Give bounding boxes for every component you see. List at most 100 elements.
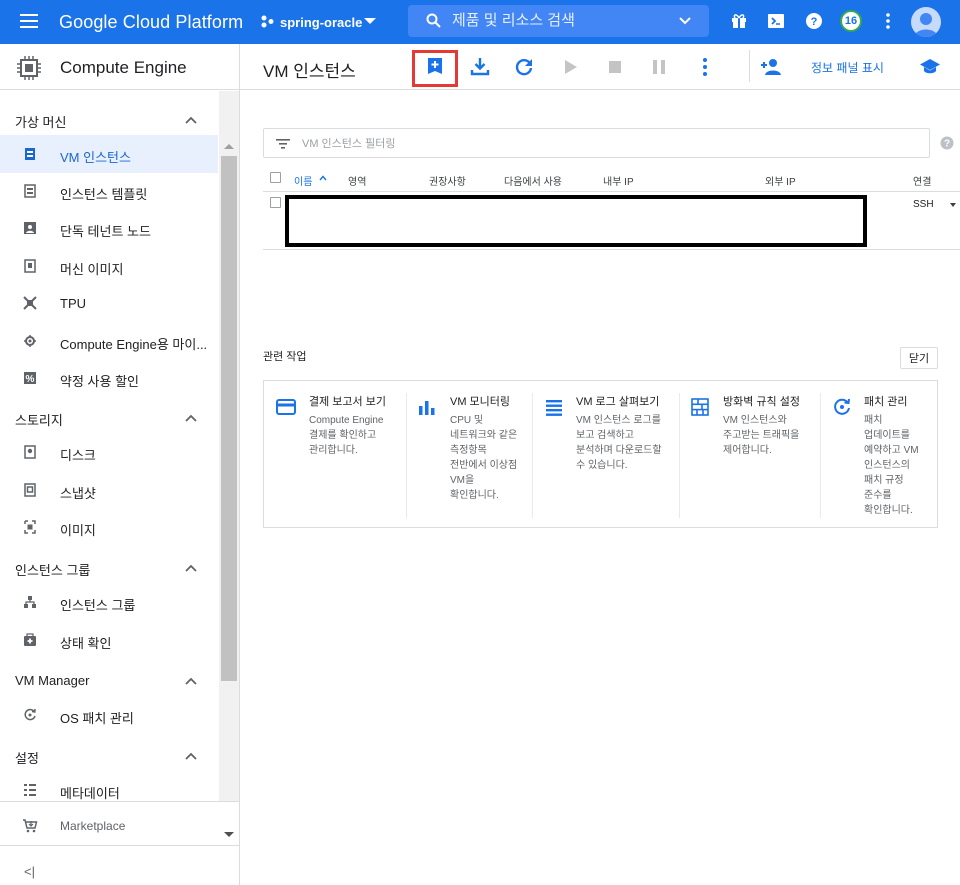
sidebar-item-vm-instances[interactable]: VM 인스턴스	[0, 135, 218, 173]
cloud-shell-icon[interactable]	[767, 12, 785, 30]
column-header-connect[interactable]: 연결	[913, 173, 931, 188]
svg-text:?: ?	[944, 139, 950, 150]
column-header-external-ip[interactable]: 외부 IP	[765, 173, 796, 188]
card-description: VM 인스턴스 로그를 보고 검색하고 분석하며 다운로드할 수 있습니다.	[576, 415, 662, 471]
column-header-in-use-by[interactable]: 다음에서 사용	[504, 173, 562, 188]
instance-template-icon	[24, 184, 36, 198]
related-card-billing[interactable]: 결제 보고서 보기 Compute Engine 결제를 확인하고 관리합니다.	[264, 381, 406, 527]
sidebar-item-snapshots[interactable]: 스냅샷	[0, 471, 218, 509]
sidebar-item-os-patch[interactable]: OS 패치 관리	[0, 696, 218, 734]
project-icon[interactable]	[261, 14, 275, 28]
related-card-monitoring[interactable]: VM 모니터링 CPU 및 네트워크와 같은 측정항목 전반에서 이상점 VM을…	[407, 381, 532, 527]
column-header-recommendations[interactable]: 권장사항	[429, 173, 466, 188]
chevron-up-icon[interactable]	[185, 752, 197, 760]
more-vert-icon[interactable]	[879, 12, 897, 30]
more-vert-icon[interactable]	[694, 56, 716, 78]
section-virtual-machines[interactable]: 가상 머신	[0, 101, 218, 137]
chevron-up-icon[interactable]	[185, 564, 197, 572]
top-app-bar: Google Cloud Platform spring-oracle ? 16	[0, 0, 960, 44]
compute-engine-icon	[17, 56, 41, 80]
sidebar-item-committed-use[interactable]: % 약정 사용 할인	[0, 359, 218, 397]
select-all-checkbox[interactable]	[270, 172, 281, 183]
sidebar-item-images[interactable]: 이미지	[0, 508, 218, 546]
health-check-icon	[24, 633, 36, 646]
section-vm-manager[interactable]: VM Manager	[0, 662, 218, 698]
sidebar-item-marketplace[interactable]: Marketplace	[0, 801, 239, 845]
close-button[interactable]: 닫기	[900, 347, 938, 369]
notification-badge[interactable]: 16	[840, 10, 862, 32]
sidebar-item-metadata[interactable]: 메타데이터	[0, 771, 218, 801]
related-card-firewall[interactable]: 방화벽 규칙 설정 VM 인스턴스와 주고받는 트래픽을 제어합니다.	[680, 381, 820, 527]
import-vm-icon[interactable]	[469, 56, 491, 78]
card-title[interactable]: 방화벽 규칙 설정	[723, 393, 800, 409]
learn-icon[interactable]	[919, 56, 941, 78]
sidebar-item-instance-templates[interactable]: 인스턴스 템플릿	[0, 172, 218, 210]
gift-icon[interactable]	[730, 12, 748, 30]
sidebar-item-disks[interactable]: 디스크	[0, 433, 218, 471]
table-row[interactable]: SSH	[263, 192, 960, 250]
brand-title[interactable]: Google Cloud Platform	[59, 12, 243, 33]
sidebar-item-machine-images[interactable]: 머신 이미지	[0, 247, 218, 285]
product-title: Compute Engine	[60, 58, 187, 77]
section-settings[interactable]: 설정	[0, 737, 218, 773]
column-header-internal-ip[interactable]: 내부 IP	[603, 173, 634, 188]
related-card-logs[interactable]: VM 로그 살펴보기 VM 인스턴스 로그를 보고 검색하고 분석하며 다운로드…	[533, 381, 679, 527]
row-checkbox[interactable]	[270, 197, 281, 208]
billing-icon	[276, 399, 296, 415]
create-instance-icon[interactable]	[424, 56, 446, 78]
sidebar-item-label: 상태 확인	[60, 636, 112, 651]
show-info-panel-link[interactable]: 정보 패널 표시	[811, 59, 884, 76]
chevron-up-icon[interactable]	[185, 414, 197, 422]
sidebar-item-label: 인스턴스 그룹	[60, 598, 136, 613]
scroll-up-icon[interactable]	[224, 144, 234, 149]
section-instance-groups[interactable]: 인스턴스 그룹	[0, 549, 218, 585]
filter-bar[interactable]	[263, 128, 930, 158]
project-selector[interactable]: spring-oracle	[280, 15, 362, 30]
sidebar-item-migrate[interactable]: Compute Engine용 마이...	[0, 322, 218, 360]
section-label: 인스턴스 그룹	[15, 563, 91, 578]
filter-input[interactable]	[302, 134, 802, 154]
card-title[interactable]: 결제 보고서 보기	[309, 393, 386, 409]
help-icon[interactable]: ?	[805, 12, 823, 30]
avatar[interactable]	[911, 7, 941, 37]
related-actions-title: 관련 작업	[263, 351, 307, 363]
svg-text:%: %	[26, 374, 35, 385]
help-icon[interactable]: ?	[940, 136, 954, 150]
play-icon[interactable]	[559, 56, 581, 78]
chevron-down-icon[interactable]	[950, 203, 956, 207]
chevron-down-icon[interactable]	[678, 14, 692, 28]
add-person-icon[interactable]	[760, 56, 782, 78]
patch-icon	[834, 398, 850, 415]
refresh-icon[interactable]	[513, 56, 535, 78]
stop-icon[interactable]	[604, 56, 626, 78]
sidebar-item-health-checks[interactable]: 상태 확인	[0, 621, 218, 659]
section-storage[interactable]: 스토리지	[0, 399, 218, 435]
sidebar-item-instance-groups[interactable]: 인스턴스 그룹	[0, 583, 218, 621]
collapse-nav-button[interactable]: <|	[0, 845, 239, 885]
sidebar-scroll-thumb[interactable]	[221, 156, 237, 681]
column-header-zone[interactable]: 영역	[348, 173, 366, 188]
chevron-up-icon[interactable]	[185, 677, 197, 685]
ssh-button[interactable]: SSH	[913, 199, 934, 210]
migrate-icon	[24, 335, 36, 347]
sidebar-item-sole-tenant-nodes[interactable]: 단독 테넌트 노드	[0, 209, 218, 247]
card-title[interactable]: VM 모니터링	[450, 393, 510, 409]
chevron-up-icon[interactable]	[185, 116, 197, 124]
sort-ascending-icon[interactable]	[319, 175, 327, 181]
column-header-name[interactable]: 이름	[294, 173, 312, 188]
menu-icon[interactable]	[20, 13, 40, 29]
collapse-icon: <|	[24, 864, 35, 879]
snapshot-icon	[24, 483, 36, 497]
card-title[interactable]: VM 로그 살펴보기	[576, 393, 659, 409]
search-icon[interactable]	[426, 13, 441, 28]
sidebar-item-tpu[interactable]: TPU	[0, 284, 218, 322]
search-input[interactable]	[452, 9, 672, 31]
chevron-down-icon[interactable]	[364, 18, 376, 24]
sidebar-item-label: 디스크	[60, 448, 96, 463]
pause-icon[interactable]	[648, 56, 670, 78]
image-icon	[24, 520, 36, 534]
related-card-patch[interactable]: 패치 관리 패치 업데이트를 예약하고 VM 인스턴스의 패치 규정 준수를 확…	[821, 381, 937, 527]
card-title[interactable]: 패치 관리	[864, 393, 908, 409]
card-description: 패치 업데이트를 예약하고 VM 인스턴스의 패치 규정 준수를 확인합니다.	[864, 415, 919, 516]
logs-icon	[546, 400, 562, 416]
